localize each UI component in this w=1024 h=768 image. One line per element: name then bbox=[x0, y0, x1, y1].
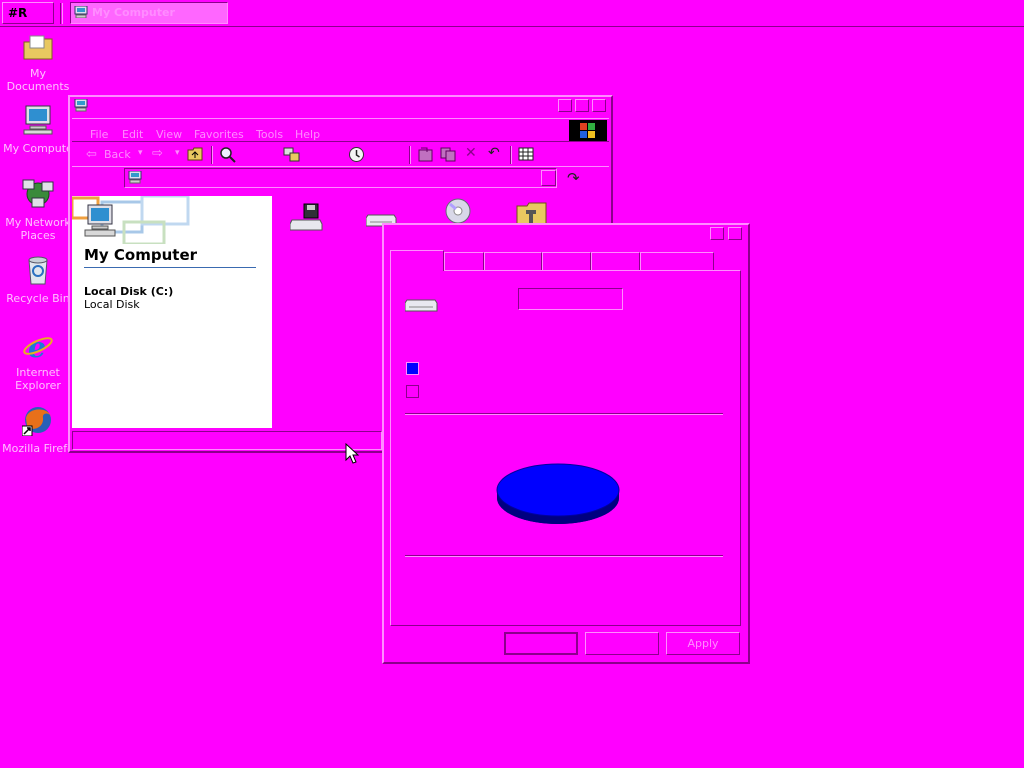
task-pane-heading: My Computer bbox=[84, 246, 198, 264]
menu-file[interactable]: File bbox=[90, 128, 108, 141]
toolbar-separator bbox=[409, 146, 411, 164]
desktop-icon-label: Recycle Bin bbox=[6, 292, 70, 305]
desktop-icon-label: My Documents bbox=[6, 67, 70, 93]
general-tab-panel bbox=[390, 270, 741, 626]
forward-arrow-icon[interactable]: ⇨ bbox=[152, 146, 163, 161]
my-computer-title-bar[interactable] bbox=[70, 97, 611, 115]
views-icon[interactable] bbox=[518, 147, 534, 161]
floppy-drive-icon[interactable] bbox=[290, 202, 324, 232]
close-button[interactable] bbox=[728, 227, 742, 240]
computer-icon bbox=[74, 99, 88, 112]
back-label: Back bbox=[104, 148, 131, 161]
computer-icon bbox=[23, 105, 53, 135]
desktop-icon-mozilla-firefox[interactable]: Mozilla Firefo bbox=[0, 404, 76, 456]
svg-text:e: e bbox=[28, 331, 46, 362]
start-button[interactable]: #R bbox=[2, 2, 54, 24]
menu-bar bbox=[72, 118, 609, 142]
divider bbox=[405, 413, 723, 415]
folder-documents-icon bbox=[23, 35, 53, 60]
tab-quota[interactable] bbox=[640, 252, 714, 271]
divider bbox=[405, 555, 723, 557]
desktop-icon-label: Internet Explorer bbox=[15, 366, 61, 392]
desktop-icon-internet-explorer[interactable]: e Internet Explorer bbox=[0, 330, 76, 392]
used-space-swatch bbox=[406, 362, 419, 375]
forward-dropdown-icon[interactable]: ▾ bbox=[175, 148, 180, 158]
ok-button[interactable] bbox=[504, 632, 578, 655]
heading-underline bbox=[84, 267, 256, 268]
maximize-button[interactable] bbox=[575, 99, 589, 112]
up-folder-icon[interactable] bbox=[187, 147, 203, 161]
folders-icon[interactable] bbox=[283, 147, 300, 162]
firefox-icon bbox=[22, 407, 51, 436]
desktop-icon-label: My Compute bbox=[3, 142, 73, 155]
hard-disk-icon bbox=[405, 299, 438, 312]
start-logo: #R bbox=[8, 6, 28, 20]
desktop-icon-label: Mozilla Firefo bbox=[2, 442, 74, 455]
disk-usage-pie-chart bbox=[496, 463, 620, 524]
back-button[interactable]: ⇦ Back bbox=[86, 147, 138, 163]
taskbar-separator bbox=[60, 3, 63, 24]
history-icon[interactable] bbox=[348, 146, 365, 163]
menu-favorites[interactable]: Favorites bbox=[194, 128, 244, 141]
network-icon bbox=[22, 179, 54, 208]
computer-icon bbox=[128, 171, 142, 184]
taskbar-button-my-computer[interactable]: My Computer bbox=[70, 2, 228, 24]
menu-view[interactable]: View bbox=[156, 128, 182, 141]
undo-icon[interactable]: ↶ bbox=[488, 145, 500, 161]
internet-explorer-icon: e bbox=[23, 331, 53, 362]
copy-to-icon[interactable] bbox=[440, 147, 457, 162]
address-dropdown-button[interactable] bbox=[541, 170, 556, 186]
details-title: Local Disk (C:) bbox=[84, 285, 174, 298]
recycle-bin-icon bbox=[28, 256, 48, 285]
minimize-button[interactable] bbox=[558, 99, 572, 112]
desktop-icon-my-network-places[interactable]: My Network Places bbox=[0, 178, 76, 244]
mouse-cursor-icon bbox=[345, 443, 359, 464]
tab-hardware[interactable] bbox=[484, 252, 542, 271]
details-subtitle: Local Disk bbox=[84, 298, 140, 311]
tab-security[interactable] bbox=[591, 252, 640, 271]
volume-label-input[interactable] bbox=[518, 288, 623, 310]
close-button[interactable] bbox=[592, 99, 606, 112]
menu-edit[interactable]: Edit bbox=[122, 128, 143, 141]
desktop-icon-recycle-bin[interactable]: Recycle Bin bbox=[0, 254, 76, 306]
tab-tools[interactable] bbox=[444, 252, 484, 271]
properties-title-bar[interactable] bbox=[384, 225, 748, 243]
computer-icon bbox=[84, 204, 116, 237]
free-space-swatch bbox=[406, 385, 419, 398]
menu-tools[interactable]: Tools bbox=[256, 128, 283, 141]
help-button[interactable] bbox=[710, 227, 724, 240]
desktop-icon-label: My Network Places bbox=[5, 216, 71, 242]
desktop-icon-my-computer[interactable]: My Compute bbox=[0, 104, 76, 156]
back-arrow-icon: ⇦ bbox=[86, 147, 97, 162]
computer-icon bbox=[74, 6, 88, 18]
address-field[interactable] bbox=[124, 168, 557, 188]
toolbar-separator bbox=[510, 146, 512, 164]
delete-icon[interactable]: ✕ bbox=[465, 145, 477, 161]
desktop-icon-my-documents[interactable]: My Documents bbox=[0, 32, 76, 93]
back-dropdown-icon[interactable]: ▾ bbox=[138, 148, 143, 158]
apply-button[interactable]: Apply bbox=[666, 632, 740, 655]
tab-general[interactable] bbox=[390, 250, 444, 271]
move-to-icon[interactable] bbox=[417, 147, 434, 162]
windows-logo-icon bbox=[580, 123, 595, 138]
task-pane: My Computer Local Disk (C:) Local Disk bbox=[72, 196, 272, 428]
menu-help[interactable]: Help bbox=[295, 128, 320, 141]
windows-logo-throbber bbox=[569, 120, 607, 141]
search-icon[interactable] bbox=[219, 146, 236, 163]
toolbar-separator bbox=[211, 146, 213, 164]
go-arrow-icon[interactable]: ↷ bbox=[567, 169, 580, 187]
taskbar: #R My Computer bbox=[0, 0, 1024, 27]
status-bar bbox=[72, 431, 382, 450]
taskbar-button-label: My Computer bbox=[92, 6, 175, 19]
cancel-button[interactable] bbox=[585, 632, 659, 655]
tab-sharing[interactable] bbox=[542, 252, 591, 271]
